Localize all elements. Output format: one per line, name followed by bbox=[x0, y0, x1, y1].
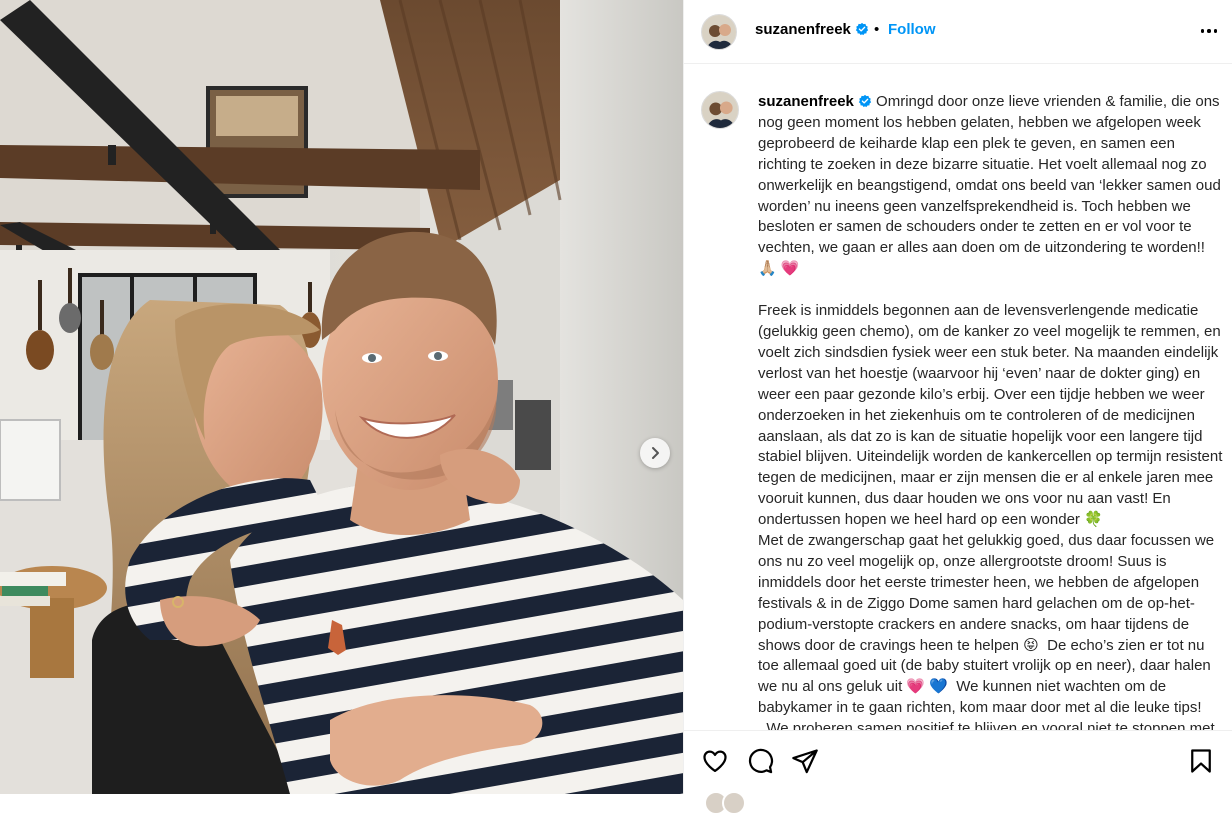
save-button[interactable] bbox=[1187, 747, 1215, 775]
liked-by-avatars[interactable] bbox=[704, 791, 746, 815]
caption-paragraph-2: Freek is inmiddels begonnen aan de leven… bbox=[758, 302, 1223, 730]
chevron-right-icon bbox=[652, 447, 659, 459]
post-details-panel: suzanenfreek • Follow suzanenfreek Omrin… bbox=[683, 0, 1232, 815]
like-button[interactable] bbox=[701, 747, 729, 775]
caption-paragraph-1: Omringd door onze lieve vrienden & famil… bbox=[758, 93, 1225, 278]
caption-username[interactable]: suzanenfreek bbox=[758, 93, 872, 110]
post-caption: suzanenfreek Omringd door onze lieve vri… bbox=[758, 92, 1226, 730]
comment-icon bbox=[748, 748, 773, 774]
instagram-post-viewer: suzanenfreek • Follow suzanenfreek Omrin… bbox=[0, 0, 1232, 815]
verified-badge-icon bbox=[855, 22, 868, 36]
post-header: suzanenfreek • Follow bbox=[684, 0, 1232, 64]
post-photo bbox=[0, 0, 683, 794]
separator-dot: • bbox=[874, 21, 880, 38]
comment-button[interactable] bbox=[746, 747, 774, 775]
profile-avatar-icon[interactable] bbox=[701, 14, 737, 50]
follow-button[interactable]: Follow bbox=[888, 21, 936, 38]
caption-avatar-icon[interactable] bbox=[701, 91, 739, 129]
heart-icon bbox=[703, 750, 727, 773]
header-username[interactable]: suzanenfreek bbox=[755, 21, 869, 38]
comments-section[interactable]: suzanenfreek Omringd door onze lieve vri… bbox=[684, 64, 1232, 730]
share-icon bbox=[792, 749, 818, 774]
bookmark-icon bbox=[1191, 749, 1211, 773]
verified-badge-icon bbox=[858, 94, 871, 108]
share-button[interactable] bbox=[791, 747, 819, 775]
next-photo-button[interactable] bbox=[640, 438, 670, 468]
post-actions bbox=[684, 730, 1232, 815]
more-options-icon[interactable] bbox=[1196, 20, 1222, 42]
